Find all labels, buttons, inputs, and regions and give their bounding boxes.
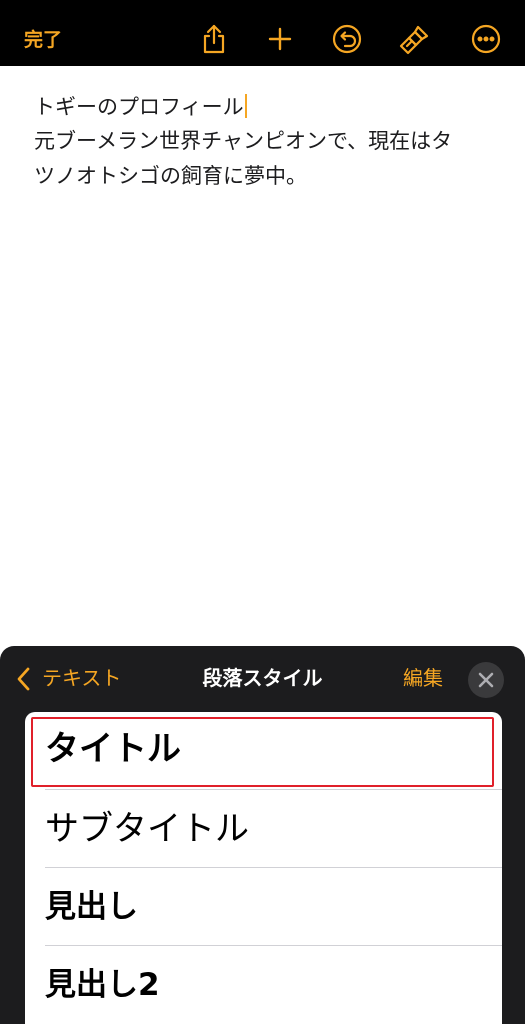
close-button[interactable]: [468, 662, 504, 698]
share-icon[interactable]: [197, 22, 231, 56]
undo-icon[interactable]: [330, 22, 364, 56]
brush-icon[interactable]: [398, 22, 432, 56]
style-option-heading[interactable]: 見出し: [25, 868, 502, 946]
style-option-label: サブタイトル: [45, 809, 249, 849]
edit-button[interactable]: 編集: [403, 664, 443, 692]
editor-line-text: トギーのプロフィール: [34, 95, 244, 119]
style-option-label: 見出し2: [45, 967, 160, 1003]
close-icon: [478, 672, 494, 688]
done-button[interactable]: 完了: [24, 26, 62, 54]
editor-line[interactable]: ツノオトシゴの飼育に夢中。: [34, 162, 307, 190]
style-option-label: 見出し: [45, 889, 138, 925]
sheet-title: 段落スタイル: [202, 666, 323, 690]
more-icon[interactable]: [469, 22, 503, 56]
text-cursor: [244, 94, 247, 118]
editor-line[interactable]: トギーのプロフィール: [34, 93, 247, 121]
style-option-heading2[interactable]: 見出し2: [25, 946, 502, 1024]
plus-icon[interactable]: [263, 22, 297, 56]
editor-line[interactable]: 元ブーメラン世界チャンピオンで、現在はタ: [34, 127, 452, 155]
selection-highlight: [31, 717, 494, 787]
style-option-subtitle[interactable]: サブタイトル: [25, 790, 502, 868]
top-toolbar: 完了: [0, 0, 525, 66]
